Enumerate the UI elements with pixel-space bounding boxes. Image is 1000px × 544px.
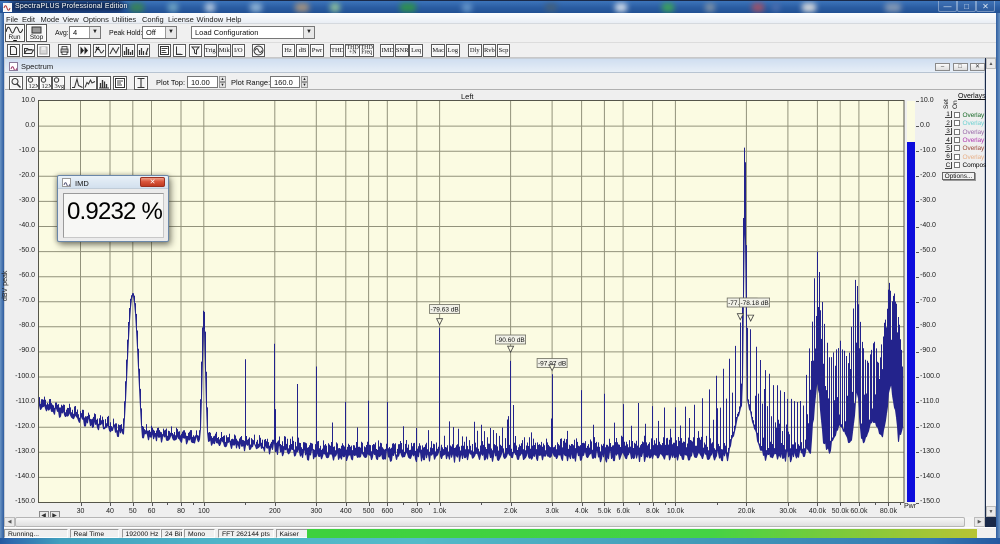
svg-text:3vg: 3vg (55, 83, 66, 89)
svg-text:-78.18 dB: -78.18 dB (741, 300, 769, 307)
svg-text:-79.63 dB: -79.63 dB (431, 307, 459, 314)
svg-text:-90.60 dB: -90.60 dB (497, 337, 525, 344)
svg-text:12X: 12X (28, 83, 39, 89)
svg-text:12X: 12X (41, 83, 52, 89)
